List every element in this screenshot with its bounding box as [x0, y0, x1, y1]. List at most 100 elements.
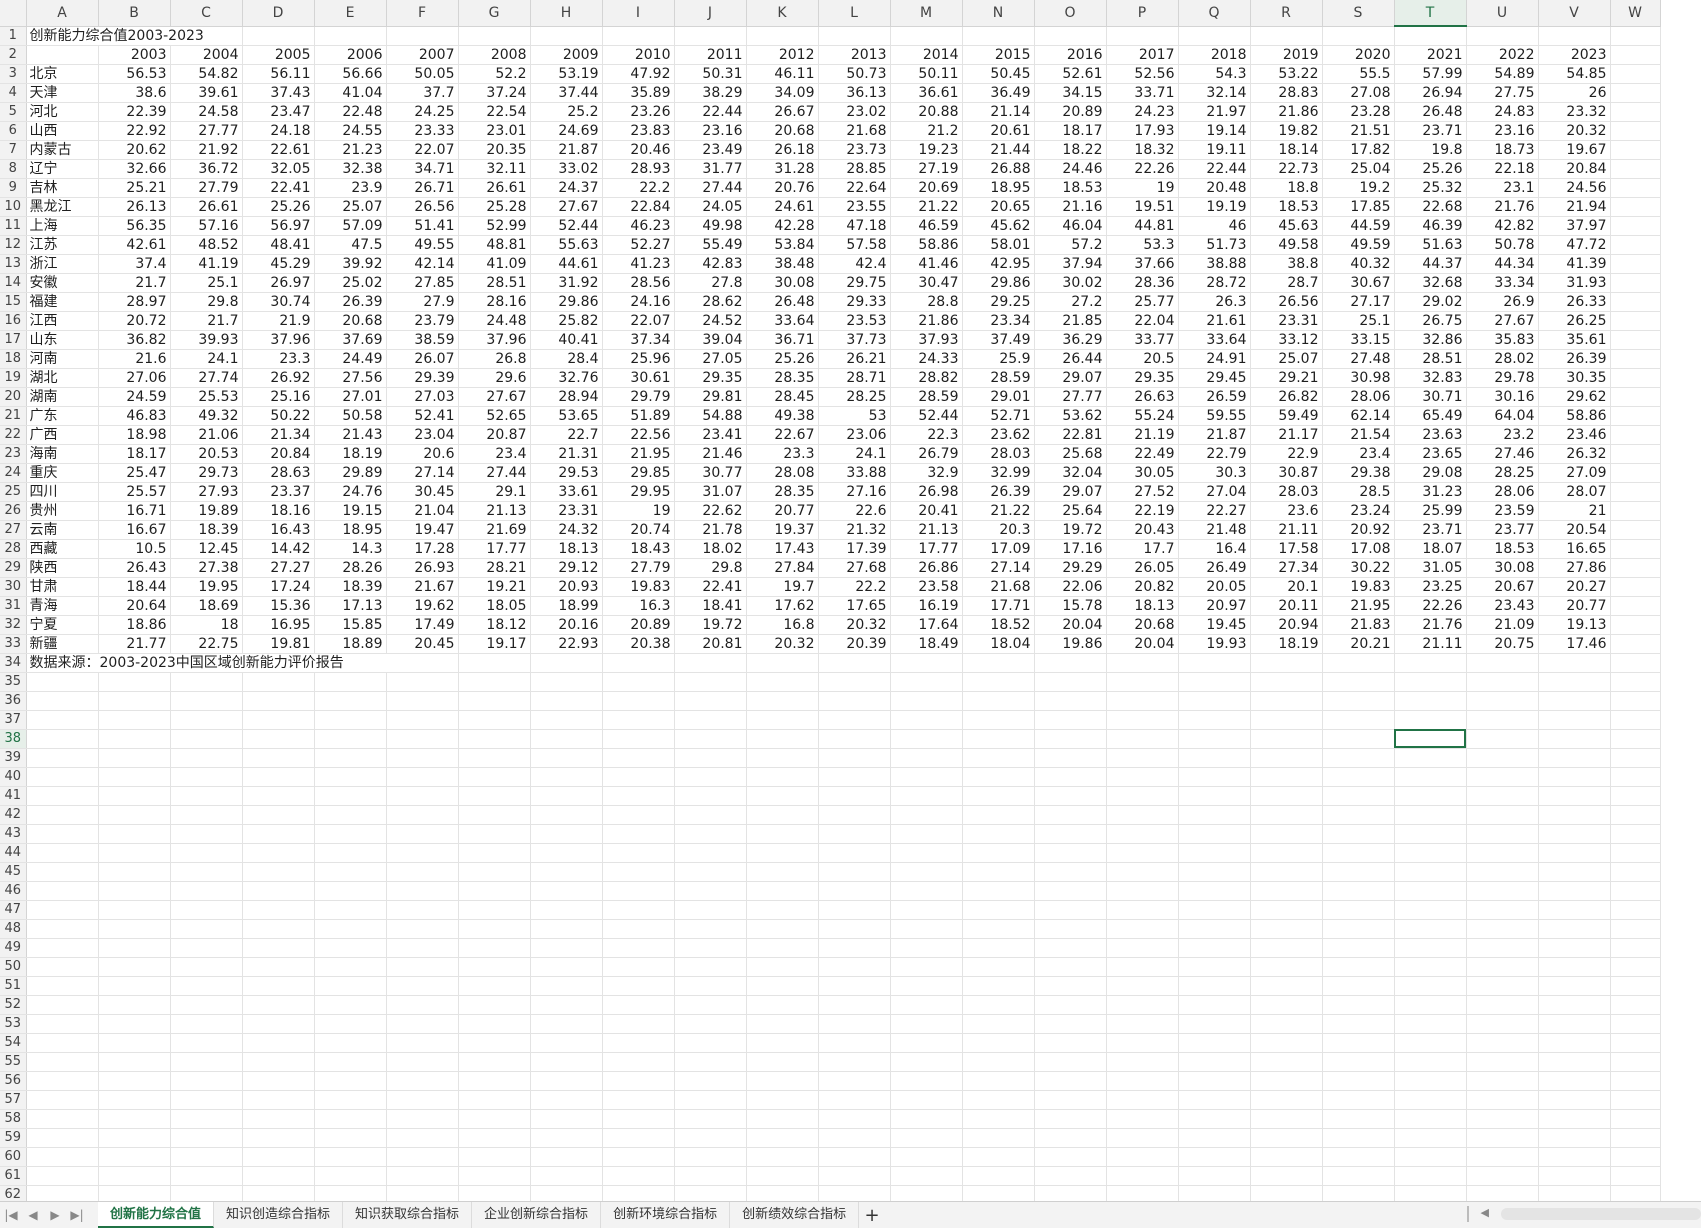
- cell[interactable]: [1178, 729, 1251, 749]
- cell[interactable]: [746, 976, 819, 996]
- value-cell[interactable]: 26.71: [386, 178, 459, 198]
- tab-sheet-1[interactable]: 创新能力综合值: [98, 1202, 215, 1228]
- cell[interactable]: [890, 957, 963, 977]
- cell[interactable]: [674, 729, 747, 749]
- value-cell[interactable]: 26.18: [746, 140, 819, 160]
- column-header-D[interactable]: D: [242, 0, 315, 27]
- cell[interactable]: [1250, 672, 1323, 692]
- value-cell[interactable]: 20.21: [1322, 634, 1395, 654]
- cell[interactable]: [1250, 1090, 1323, 1110]
- value-cell[interactable]: 26.98: [890, 482, 963, 502]
- value-cell[interactable]: 38.88: [1178, 254, 1251, 274]
- cell[interactable]: [674, 672, 747, 692]
- cell[interactable]: [962, 1128, 1035, 1148]
- cell[interactable]: [1394, 938, 1467, 958]
- cell[interactable]: [98, 1071, 171, 1091]
- value-cell[interactable]: 36.49: [962, 83, 1035, 103]
- value-cell[interactable]: 27.86: [1538, 558, 1611, 578]
- value-cell[interactable]: 23.6: [1250, 501, 1323, 521]
- cell[interactable]: [1466, 1166, 1539, 1186]
- value-cell[interactable]: 33.34: [1466, 273, 1539, 293]
- value-cell[interactable]: 28.21: [458, 558, 531, 578]
- value-cell[interactable]: 22.73: [1250, 159, 1323, 179]
- value-cell[interactable]: 25.64: [1034, 501, 1107, 521]
- cell[interactable]: [674, 786, 747, 806]
- value-cell[interactable]: 33.64: [746, 311, 819, 331]
- row-header[interactable]: 34: [0, 653, 27, 673]
- value-cell[interactable]: 54.82: [170, 64, 243, 84]
- cell[interactable]: [962, 1185, 1035, 1201]
- value-cell[interactable]: 42.95: [962, 254, 1035, 274]
- cell[interactable]: [1250, 767, 1323, 787]
- value-cell[interactable]: 53.62: [1034, 406, 1107, 426]
- cell[interactable]: [530, 691, 603, 711]
- column-header-N[interactable]: N: [962, 0, 1035, 27]
- cell[interactable]: [1034, 1147, 1107, 1167]
- cell[interactable]: [1538, 691, 1611, 711]
- value-cell[interactable]: 23.77: [1466, 520, 1539, 540]
- column-header-A[interactable]: A: [26, 0, 99, 27]
- value-cell[interactable]: 22.19: [1106, 501, 1179, 521]
- cell[interactable]: [1034, 1052, 1107, 1072]
- year-header-cell[interactable]: 2005: [242, 45, 315, 65]
- cell[interactable]: [1178, 653, 1251, 673]
- cell[interactable]: [1322, 786, 1395, 806]
- cell[interactable]: [98, 1128, 171, 1148]
- cell[interactable]: [602, 938, 675, 958]
- value-cell[interactable]: 17.28: [386, 539, 459, 559]
- year-header-cell[interactable]: 2003: [98, 45, 171, 65]
- cell[interactable]: [602, 919, 675, 939]
- region-cell[interactable]: 安徽: [26, 273, 99, 293]
- value-cell[interactable]: 30.87: [1250, 463, 1323, 483]
- cell[interactable]: [26, 862, 99, 882]
- value-cell[interactable]: 22.44: [1178, 159, 1251, 179]
- value-cell[interactable]: 20.46: [602, 140, 675, 160]
- value-cell[interactable]: 21.32: [818, 520, 891, 540]
- value-cell[interactable]: 31.23: [1394, 482, 1467, 502]
- cell[interactable]: [1610, 995, 1661, 1015]
- cell[interactable]: [530, 995, 603, 1015]
- cell[interactable]: [1466, 938, 1539, 958]
- cell[interactable]: [386, 710, 459, 730]
- cell[interactable]: [314, 1166, 387, 1186]
- value-cell[interactable]: 26.93: [386, 558, 459, 578]
- value-cell[interactable]: 27.09: [1538, 463, 1611, 483]
- value-cell[interactable]: 20.92: [1322, 520, 1395, 540]
- cell[interactable]: [1466, 1052, 1539, 1072]
- prev-sheet-icon[interactable]: ◀: [22, 1208, 44, 1222]
- value-cell[interactable]: 20.5: [1106, 349, 1179, 369]
- value-cell[interactable]: 18.73: [1466, 140, 1539, 160]
- value-cell[interactable]: 23.33: [386, 121, 459, 141]
- cell[interactable]: [458, 824, 531, 844]
- value-cell[interactable]: 26.56: [1250, 292, 1323, 312]
- value-cell[interactable]: 51.73: [1178, 235, 1251, 255]
- value-cell[interactable]: 20.74: [602, 520, 675, 540]
- cell[interactable]: [818, 691, 891, 711]
- value-cell[interactable]: 30.98: [1322, 368, 1395, 388]
- cell[interactable]: [1538, 938, 1611, 958]
- year-header-cell[interactable]: 2018: [1178, 45, 1251, 65]
- cell[interactable]: [1034, 729, 1107, 749]
- cell[interactable]: [674, 1128, 747, 1148]
- cell[interactable]: [1178, 881, 1251, 901]
- value-cell[interactable]: 22.6: [818, 501, 891, 521]
- column-header-G[interactable]: G: [458, 0, 531, 27]
- cell[interactable]: [1610, 463, 1661, 483]
- cell[interactable]: [26, 1014, 99, 1034]
- cell[interactable]: [1610, 767, 1661, 787]
- cell[interactable]: [1034, 1090, 1107, 1110]
- value-cell[interactable]: 20.38: [602, 634, 675, 654]
- cell[interactable]: [530, 1185, 603, 1201]
- value-cell[interactable]: 31.93: [1538, 273, 1611, 293]
- cell[interactable]: [1394, 1014, 1467, 1034]
- value-cell[interactable]: 22.61: [242, 140, 315, 160]
- cell[interactable]: [314, 824, 387, 844]
- cell[interactable]: [962, 957, 1035, 977]
- value-cell[interactable]: 28.97: [98, 292, 171, 312]
- cell[interactable]: [458, 748, 531, 768]
- year-header-cell[interactable]: 2009: [530, 45, 603, 65]
- cell[interactable]: [242, 748, 315, 768]
- cell[interactable]: [1610, 140, 1661, 160]
- cell[interactable]: [674, 824, 747, 844]
- cell[interactable]: [1538, 957, 1611, 977]
